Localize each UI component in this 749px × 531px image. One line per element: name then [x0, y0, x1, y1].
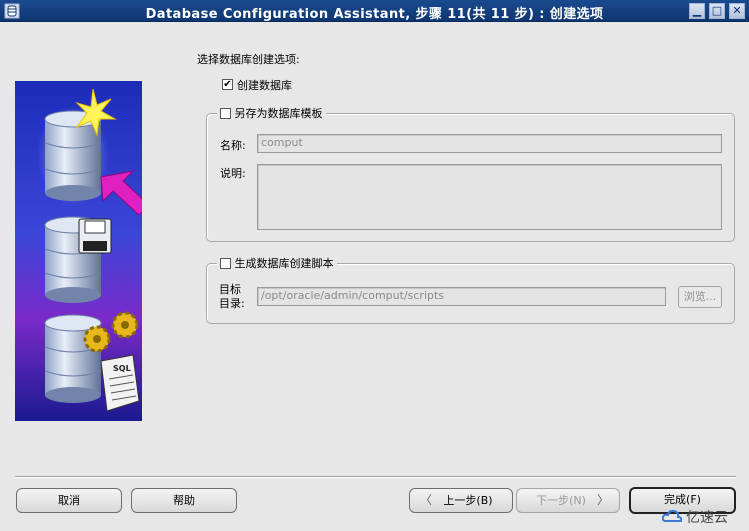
chevron-left-icon: 〈: [419, 493, 432, 507]
save-template-legend: 另存为数据库模板: [217, 105, 326, 121]
generate-scripts-checkbox[interactable]: [220, 258, 231, 269]
destination-label: 目标 目录:: [219, 283, 245, 311]
footer-separator: [15, 476, 736, 478]
window-title: Database Configuration Assistant, 步骤 11(…: [145, 7, 604, 22]
browse-button[interactable]: 浏览...: [678, 286, 722, 308]
sql-label: SQL: [113, 364, 131, 373]
destination-label-line2: 目录:: [219, 297, 245, 310]
template-description-input[interactable]: [257, 164, 722, 230]
database-gears-sql-icon: SQL: [44, 311, 140, 412]
generate-scripts-label[interactable]: 生成数据库创建脚本: [235, 257, 334, 270]
close-button[interactable]: ✕: [729, 3, 745, 19]
back-button[interactable]: 〈 上一步(B): [409, 488, 513, 513]
template-description-label: 说明:: [220, 167, 246, 180]
back-button-label: 上一步(B): [443, 494, 493, 507]
next-button-label: 下一步(N): [536, 494, 586, 507]
template-name-input[interactable]: comput: [257, 134, 722, 153]
cloud-logo-icon: [662, 509, 682, 522]
create-database-label[interactable]: 创建数据库: [237, 77, 292, 93]
cancel-button[interactable]: 取消: [16, 488, 122, 513]
create-database-checkbox[interactable]: ✔: [222, 79, 233, 90]
chevron-right-icon: 〉: [596, 493, 609, 507]
watermark-text: 亿速云: [686, 510, 728, 526]
maximize-button[interactable]: □: [709, 3, 725, 19]
minimize-button[interactable]: ▁: [689, 3, 705, 19]
destination-label-line1: 目标: [219, 283, 241, 296]
wizard-illustration: SQL: [15, 81, 142, 421]
save-template-checkbox[interactable]: [220, 108, 231, 119]
next-button[interactable]: 下一步(N) 〉: [516, 488, 620, 513]
watermark: 亿速云: [662, 507, 728, 527]
help-button[interactable]: 帮助: [131, 488, 237, 513]
options-heading: 选择数据库创建选项:: [197, 53, 300, 66]
save-template-label[interactable]: 另存为数据库模板: [235, 107, 323, 120]
generate-scripts-legend: 生成数据库创建脚本: [217, 255, 337, 271]
template-name-label: 名称:: [220, 139, 246, 152]
destination-directory-input[interactable]: /opt/oracle/admin/comput/scripts: [257, 287, 666, 306]
title-bar[interactable]: Database Configuration Assistant, 步骤 11(…: [0, 0, 749, 22]
